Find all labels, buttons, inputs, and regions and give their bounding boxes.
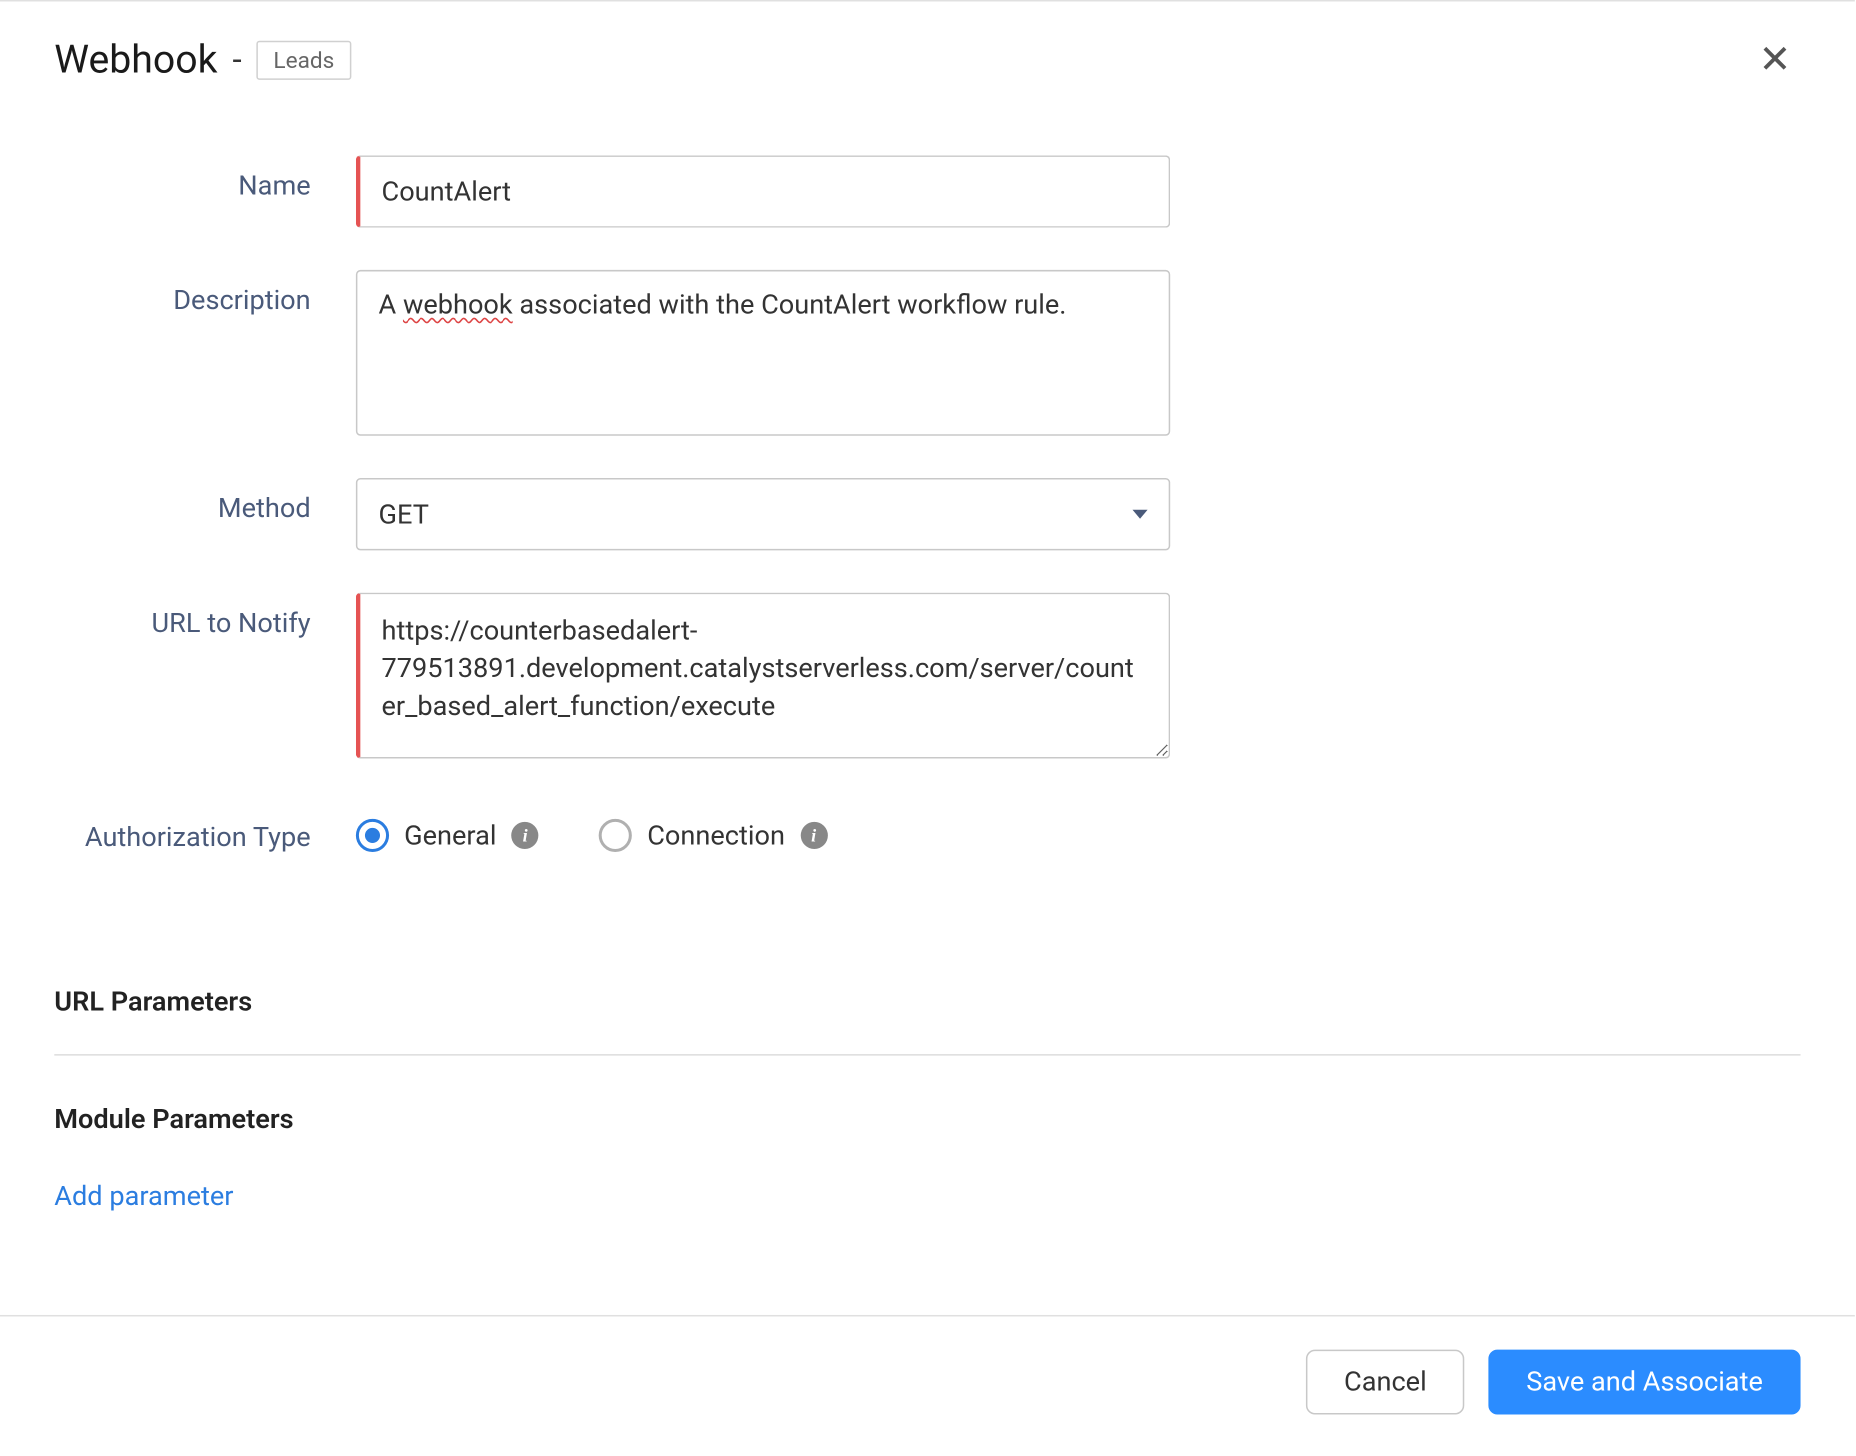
- name-input[interactable]: [356, 155, 1170, 227]
- row-method: Method GET: [54, 478, 1800, 550]
- url-input[interactable]: [356, 593, 1170, 759]
- info-icon[interactable]: i: [800, 822, 827, 849]
- method-select[interactable]: GET: [356, 478, 1170, 550]
- radio-icon: [599, 819, 632, 852]
- auth-radio-connection[interactable]: Connection i: [599, 819, 827, 852]
- row-description: Description A webhook associated with th…: [54, 270, 1800, 436]
- description-input[interactable]: A webhook associated with the CountAlert…: [356, 270, 1170, 436]
- method-value: GET: [379, 498, 429, 530]
- row-auth-type: Authorization Type General i Connection …: [54, 807, 1800, 854]
- label-url: URL to Notify: [54, 593, 356, 640]
- module-parameters-heading: Module Parameters: [54, 1104, 1800, 1136]
- label-description: Description: [54, 270, 356, 317]
- label-auth-type: Authorization Type: [54, 807, 356, 854]
- auth-radio-general[interactable]: General i: [356, 819, 539, 852]
- auth-radio-group: General i Connection i: [356, 807, 1170, 852]
- webhook-panel: Webhook - Leads ✕ Name Description A web…: [0, 0, 1855, 1448]
- cancel-button[interactable]: Cancel: [1306, 1350, 1464, 1415]
- row-name: Name: [54, 155, 1800, 227]
- url-parameters-heading: URL Parameters: [54, 986, 1800, 1018]
- add-parameter-link[interactable]: Add parameter: [54, 1181, 233, 1213]
- footer: Cancel Save and Associate: [0, 1315, 1855, 1448]
- chevron-down-icon: [1133, 510, 1148, 519]
- parameter-sections: URL Parameters Module Parameters Add par…: [0, 926, 1855, 1243]
- label-method: Method: [54, 478, 356, 525]
- row-url: URL to Notify: [54, 593, 1800, 765]
- save-and-associate-button[interactable]: Save and Associate: [1489, 1350, 1801, 1415]
- page-title: Webhook: [54, 38, 217, 83]
- auth-general-label: General: [404, 820, 496, 852]
- radio-icon: [356, 819, 389, 852]
- close-icon[interactable]: ✕: [1750, 38, 1801, 83]
- label-name: Name: [54, 155, 356, 202]
- divider: [54, 1054, 1800, 1056]
- module-tag[interactable]: Leads: [257, 41, 351, 80]
- info-icon[interactable]: i: [512, 822, 539, 849]
- title-separator: -: [233, 41, 242, 79]
- auth-connection-label: Connection: [647, 820, 785, 852]
- panel-header: Webhook - Leads ✕: [0, 0, 1855, 95]
- webhook-form: Name Description A webhook associated wi…: [0, 95, 1855, 926]
